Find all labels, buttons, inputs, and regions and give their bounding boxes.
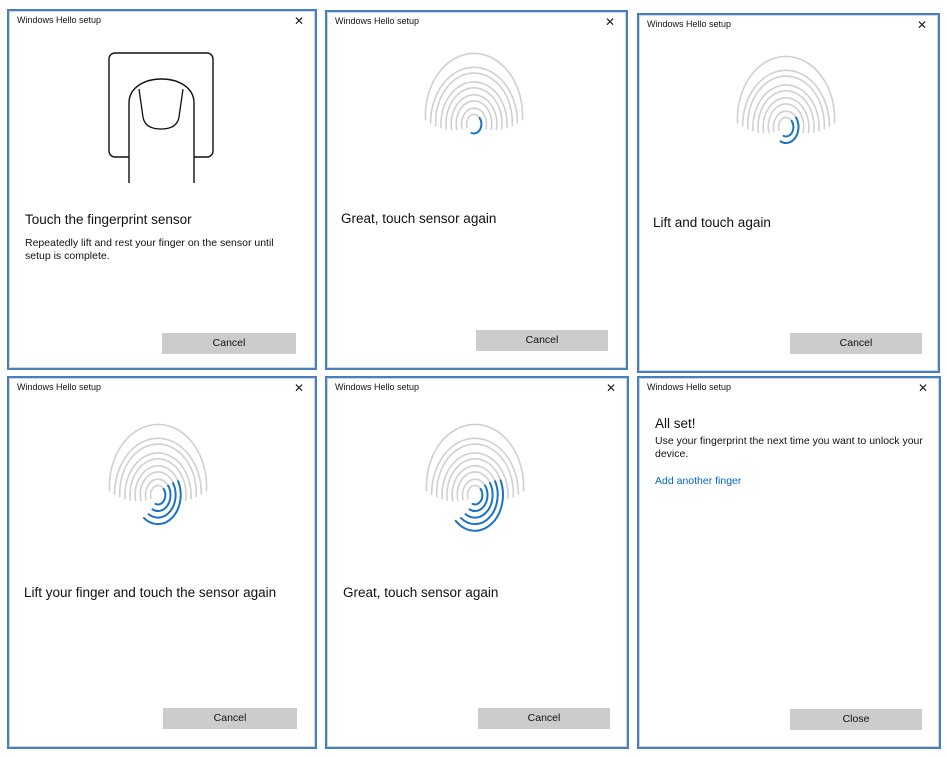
- close-icon[interactable]: ✕: [603, 379, 619, 397]
- fingerprint-icon: [424, 52, 524, 135]
- dialog-lift-touch: Windows Hello setup ✕ Lift and touch aga…: [637, 13, 940, 373]
- close-icon[interactable]: ✕: [915, 379, 931, 397]
- dialog-lift-finger: Windows Hello setup ✕ Lift your finger a…: [7, 376, 317, 749]
- close-icon[interactable]: ✕: [291, 12, 307, 30]
- fingerprint-ridge-scanned: [470, 116, 483, 135]
- title-bar: Windows Hello setup ✕: [639, 15, 938, 37]
- close-button[interactable]: Close: [790, 709, 922, 730]
- fingerprint-ridge-scanned: [151, 484, 172, 513]
- window-title: Windows Hello setup: [647, 382, 732, 392]
- fingerprint-ridge: [777, 116, 795, 131]
- window-title: Windows Hello setup: [647, 19, 732, 29]
- fingerprint-ridge: [425, 423, 525, 492]
- window-title: Windows Hello setup: [335, 16, 420, 26]
- dialog-heading: Great, touch sensor again: [341, 211, 497, 226]
- close-icon[interactable]: ✕: [914, 16, 930, 34]
- dialog-heading: Lift and touch again: [653, 215, 771, 230]
- dialog-touch-again: Windows Hello setup ✕ Great, touch senso…: [325, 10, 628, 370]
- dialog-heading: Touch the fingerprint sensor: [25, 212, 192, 227]
- dialog-touch-sensor: Windows Hello setup ✕ Touch the fingerpr…: [7, 9, 317, 370]
- fingerprint-icon: [736, 55, 836, 145]
- fingerprint-ridge: [736, 55, 836, 124]
- window-title: Windows Hello setup: [17, 382, 102, 392]
- cancel-button[interactable]: Cancel: [162, 333, 296, 354]
- fingerprint-ridge-scanned: [471, 487, 484, 506]
- fingerprint-ridge: [466, 484, 484, 499]
- fingerprint-ridge: [460, 107, 488, 130]
- dialog-touch-again-final: Windows Hello setup ✕ Great, touch senso…: [325, 376, 629, 749]
- close-icon[interactable]: ✕: [602, 13, 618, 31]
- title-bar: Windows Hello setup ✕: [639, 378, 939, 400]
- fingerprint-ridge-scanned: [468, 484, 489, 513]
- fingerprint-ridge: [424, 52, 524, 121]
- title-bar: Windows Hello setup ✕: [327, 378, 627, 400]
- fingerprint-ridge-scanned: [779, 116, 800, 145]
- window-title: Windows Hello setup: [335, 382, 420, 392]
- fingerprint-ridge-scanned: [154, 487, 167, 506]
- dialog-all-set: Windows Hello setup ✕ All set! Use your …: [637, 376, 941, 749]
- fingerprint-ridge: [108, 423, 208, 492]
- close-icon[interactable]: ✕: [291, 379, 307, 397]
- cancel-button[interactable]: Cancel: [476, 330, 608, 351]
- cancel-button[interactable]: Cancel: [478, 708, 610, 729]
- fingerprint-ridge: [461, 478, 489, 501]
- dialog-heading: Great, touch sensor again: [343, 585, 499, 600]
- fingerprint-ridge-scanned: [782, 119, 795, 138]
- finger-on-sensor-icon: [108, 52, 214, 183]
- window-title: Windows Hello setup: [17, 15, 102, 25]
- dialog-description: Use your fingerprint the next time you w…: [655, 435, 923, 460]
- dialog-heading: All set!: [655, 416, 696, 431]
- fingerprint-ridge: [465, 113, 483, 128]
- title-bar: Windows Hello setup ✕: [327, 12, 626, 34]
- cancel-button[interactable]: Cancel: [163, 708, 297, 729]
- fingerprint-ridge: [772, 110, 800, 133]
- dialog-description: Repeatedly lift and rest your finger on …: [25, 237, 274, 262]
- fingerprint-ridge: [144, 478, 172, 501]
- add-another-finger-link[interactable]: Add another finger: [655, 475, 741, 487]
- dialog-heading: Lift your finger and touch the sensor ag…: [24, 585, 277, 600]
- fingerprint-icon: [425, 423, 525, 532]
- title-bar: Windows Hello setup ✕: [9, 11, 315, 33]
- fingerprint-ridge: [149, 484, 167, 499]
- title-bar: Windows Hello setup ✕: [9, 378, 315, 400]
- cancel-button[interactable]: Cancel: [790, 333, 922, 354]
- fingerprint-icon: [108, 423, 208, 526]
